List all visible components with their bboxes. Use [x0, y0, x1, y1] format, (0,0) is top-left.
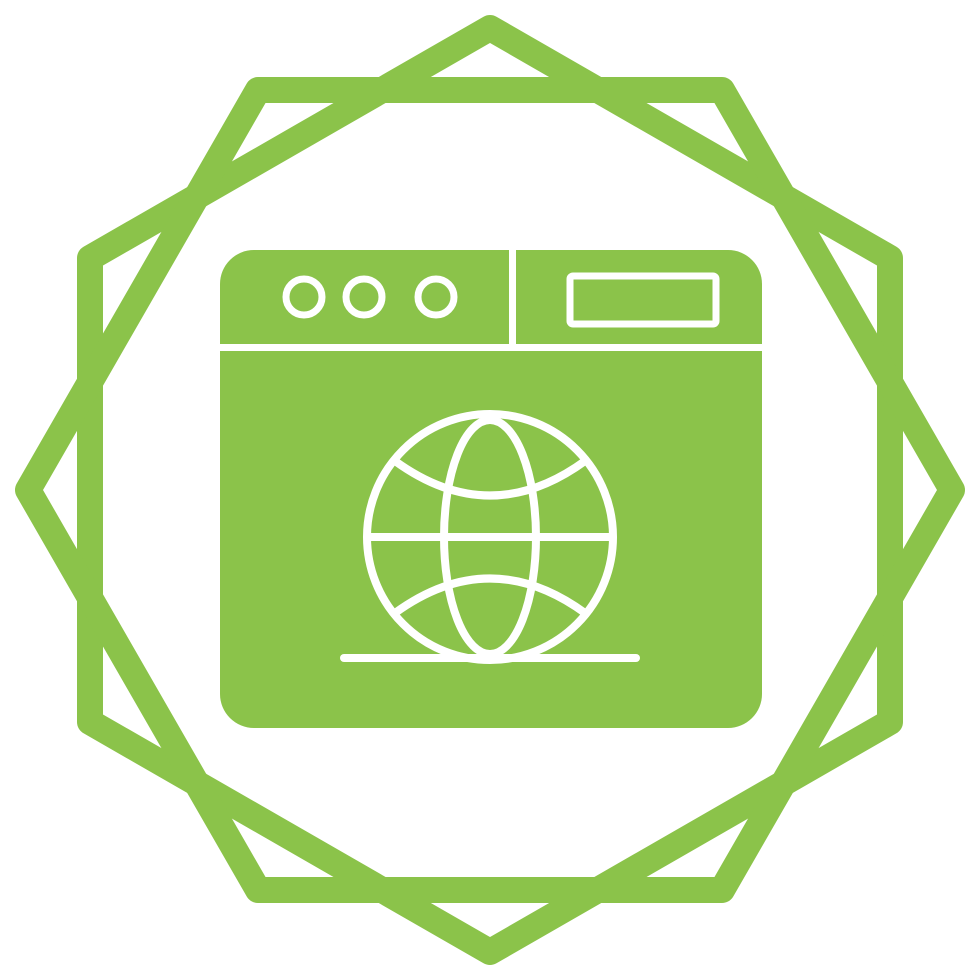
icon-canvas: [0, 0, 980, 980]
title-bar-divider: [220, 344, 762, 351]
web-browser-globe-icon: [15, 15, 965, 965]
title-bar-vertical-divider: [509, 250, 516, 345]
browser-window: [220, 250, 762, 728]
